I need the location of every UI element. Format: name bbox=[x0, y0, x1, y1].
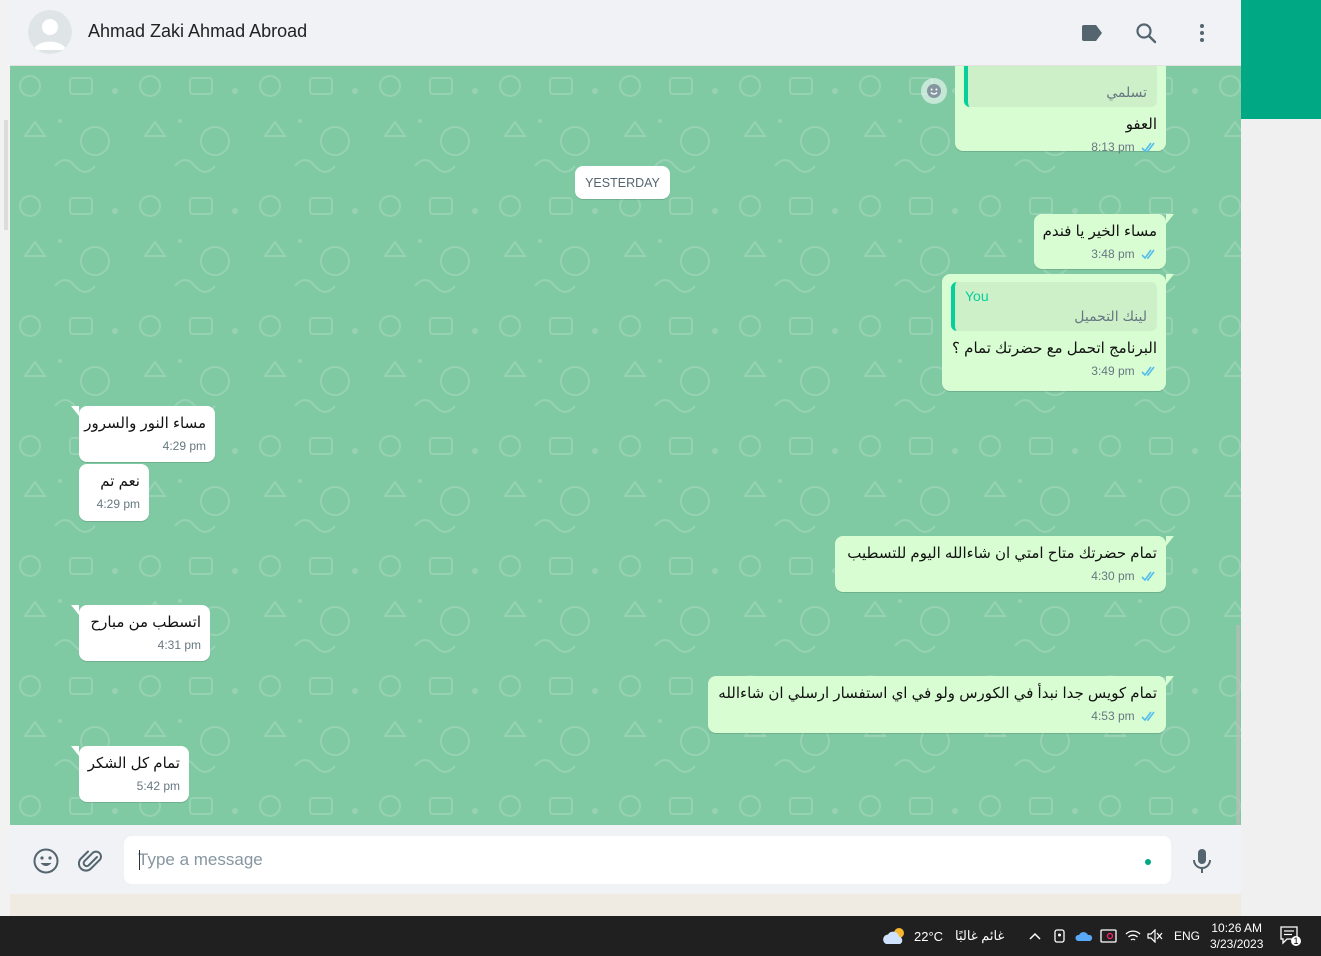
message-time: 4:29 pm bbox=[162, 439, 206, 453]
double-check-read-icon bbox=[1141, 142, 1155, 153]
message-bubble-incoming[interactable]: تمام كل الشكر 5:42 pm bbox=[71, 746, 189, 802]
message-text: نعم تم bbox=[100, 473, 140, 490]
brand-strip bbox=[1241, 0, 1321, 119]
quoted-text: لينك التحميل bbox=[1074, 308, 1147, 324]
message-list[interactable]: تسلمي العفو 8:13 pm YESTERDAY مساء الخير… bbox=[10, 66, 1241, 825]
message-time: 4:29 pm bbox=[96, 497, 140, 511]
quoted-message[interactable]: تسلمي bbox=[964, 66, 1157, 107]
show-hidden-icons-chevron[interactable] bbox=[1028, 916, 1042, 956]
message-text: مساء الخير يا فندم bbox=[1042, 223, 1157, 240]
input-status-dot bbox=[1145, 859, 1151, 865]
windows-taskbar: 22°C غائم غالبًا ENG 10:26 AM 3/23/2023 … bbox=[0, 916, 1321, 956]
bubble-tail bbox=[1166, 536, 1174, 546]
screenshot-tool-icon[interactable] bbox=[1100, 916, 1118, 956]
message-bubble-outgoing[interactable]: You لينك التحميل البرنامج اتحمل مع حضرتك… bbox=[942, 274, 1174, 391]
notification-count: 1 bbox=[1293, 936, 1299, 946]
message-meta: 4:30 pm bbox=[844, 569, 1157, 583]
chat-scrollbar[interactable] bbox=[1236, 625, 1240, 825]
text-caret bbox=[139, 850, 140, 870]
double-check-read-icon bbox=[1141, 711, 1155, 722]
message-time: 8:13 pm bbox=[1091, 140, 1135, 154]
message-text: تمام كل الشكر bbox=[87, 755, 180, 772]
quoted-text: تسلمي bbox=[1106, 84, 1147, 100]
bubble-tail bbox=[1166, 214, 1174, 224]
message-input-box[interactable] bbox=[124, 836, 1171, 884]
emoji-icon[interactable] bbox=[32, 847, 60, 875]
notifications-button[interactable]: 1 bbox=[1280, 916, 1302, 956]
message-text: العفو bbox=[1125, 116, 1157, 133]
input-language[interactable]: ENG bbox=[1174, 916, 1200, 956]
smiley-icon bbox=[927, 84, 941, 98]
message-time: 3:49 pm bbox=[1091, 364, 1135, 378]
message-bubble-outgoing[interactable]: تمام حضرتك متاح امتي ان شاءالله اليوم لل… bbox=[835, 536, 1174, 592]
message-meta: 3:48 pm bbox=[1043, 247, 1157, 261]
message-time: 4:30 pm bbox=[1091, 569, 1135, 583]
double-check-read-icon bbox=[1141, 249, 1155, 260]
bubble-tail bbox=[71, 406, 79, 416]
message-text: اتسطب من مبارح bbox=[90, 614, 201, 631]
microphone-icon[interactable] bbox=[1188, 847, 1216, 875]
avatar[interactable] bbox=[28, 10, 72, 54]
onedrive-icon[interactable] bbox=[1075, 916, 1093, 956]
message-text: تمام كويس جدا نبدأ في الكورس ولو في اي ا… bbox=[718, 685, 1157, 702]
attach-icon[interactable] bbox=[77, 847, 105, 875]
message-input[interactable] bbox=[138, 836, 1118, 884]
contact-name[interactable]: Ahmad Zaki Ahmad Abroad bbox=[88, 21, 307, 42]
message-bubble-outgoing[interactable]: تمام كويس جدا نبدأ في الكورس ولو في اي ا… bbox=[708, 676, 1174, 733]
wifi-icon[interactable] bbox=[1125, 916, 1141, 956]
weather-description: غائم غالبًا bbox=[955, 928, 1005, 943]
background-panel bbox=[1241, 0, 1321, 916]
quoted-message[interactable]: You لينك التحميل bbox=[951, 282, 1157, 331]
clock-time: 10:26 AM bbox=[1211, 921, 1263, 935]
message-time: 3:48 pm bbox=[1091, 247, 1135, 261]
message-bubble-incoming[interactable]: مساء النور والسرور 4:29 pm bbox=[71, 406, 215, 462]
message-time: 5:42 pm bbox=[136, 779, 180, 793]
more-options-icon[interactable] bbox=[1188, 19, 1216, 47]
message-text: تمام حضرتك متاح امتي ان شاءالله اليوم لل… bbox=[847, 545, 1157, 562]
weather-widget[interactable]: 22°C غائم غالبًا bbox=[882, 916, 1004, 956]
label-icon[interactable] bbox=[1078, 19, 1106, 47]
date-divider: YESTERDAY bbox=[575, 166, 670, 199]
partly-cloudy-icon bbox=[883, 928, 904, 944]
bubble-tail bbox=[71, 746, 79, 756]
clock-date: 3/23/2023 bbox=[1210, 937, 1264, 951]
chat-header: Ahmad Zaki Ahmad Abroad bbox=[10, 0, 1241, 66]
message-bubble-incoming[interactable]: اتسطب من مبارح 4:31 pm bbox=[71, 605, 210, 661]
bubble-tail bbox=[1166, 676, 1174, 686]
message-time: 4:53 pm bbox=[1091, 709, 1135, 723]
message-bubble-incoming[interactable]: نعم تم 4:29 pm bbox=[79, 464, 149, 521]
weather-temperature: 22°C bbox=[914, 928, 944, 944]
double-check-read-icon bbox=[1141, 571, 1155, 582]
search-icon[interactable] bbox=[1132, 19, 1160, 47]
meet-now-icon[interactable] bbox=[1052, 916, 1068, 956]
message-text: مساء النور والسرور bbox=[84, 415, 206, 432]
quoted-author: You bbox=[965, 288, 989, 304]
volume-muted-icon[interactable] bbox=[1147, 916, 1163, 956]
default-avatar-icon bbox=[34, 19, 66, 50]
message-meta: 4:53 pm bbox=[717, 709, 1157, 723]
emoji-reaction-button[interactable] bbox=[921, 78, 947, 104]
double-check-read-icon bbox=[1141, 366, 1155, 377]
left-window-edge bbox=[0, 0, 10, 916]
whatsapp-chat-window: Ahmad Zaki Ahmad Abroad تسلمي العفو 8:13… bbox=[10, 0, 1241, 894]
bubble-tail bbox=[1166, 274, 1174, 284]
system-clock[interactable]: 10:26 AM 3/23/2023 bbox=[1210, 916, 1263, 956]
message-text: البرنامج اتحمل مع حضرتك تمام ؟ bbox=[952, 340, 1157, 357]
message-meta: 8:13 pm bbox=[964, 140, 1157, 154]
message-bubble-outgoing[interactable]: تسلمي العفو 8:13 pm bbox=[955, 66, 1166, 154]
message-time: 4:31 pm bbox=[157, 638, 201, 652]
left-scrollbar[interactable] bbox=[4, 120, 8, 230]
message-bubble-outgoing[interactable]: مساء الخير يا فندم 3:48 pm bbox=[1034, 214, 1174, 269]
bubble-tail bbox=[71, 605, 79, 615]
compose-bar bbox=[10, 825, 1241, 894]
message-meta: 3:49 pm bbox=[951, 364, 1157, 378]
